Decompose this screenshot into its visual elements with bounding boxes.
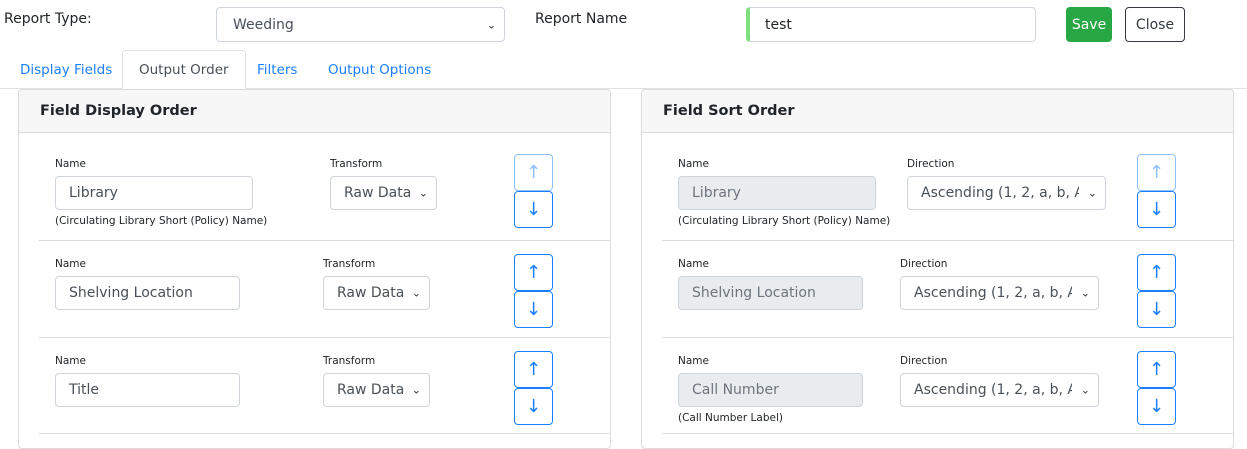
field-row: Name Library (Circulating Library Short … [662,134,1233,241]
tab-output-order[interactable]: Output Order [122,50,246,90]
name-input[interactable]: Title [55,373,240,407]
tab-bar: Display Fields Output Order Filters Outp… [0,50,1247,90]
select-label: Direction [900,258,948,270]
select-value: Ascending (1, 2, a, b, A, B) [914,285,1072,301]
chevron-down-icon: ⌄ [411,383,421,397]
move-down-button[interactable]: ↓ [1137,191,1176,228]
arrow-down-icon: ↓ [525,396,542,417]
name-label: Name [55,258,86,270]
arrow-down-icon: ↓ [1148,199,1165,220]
arrow-down-icon: ↓ [1148,299,1165,320]
direction-select[interactable]: Ascending (1, 2, a, b, A, B) ⌄ [900,373,1099,407]
arrow-up-icon: ↑ [525,162,542,183]
transform-select[interactable]: Raw Data ⌄ [323,373,430,407]
direction-select[interactable]: Ascending (1, 2, a, b, A, B) ⌄ [907,176,1106,210]
tab-display-fields[interactable]: Display Fields [4,50,128,89]
name-label: Name [678,258,709,270]
arrow-up-icon: ↑ [1148,262,1165,283]
transform-select[interactable]: Raw Data ⌄ [330,176,437,210]
arrow-down-icon: ↓ [525,299,542,320]
direction-select[interactable]: Ascending (1, 2, a, b, A, B) ⌄ [900,276,1099,310]
report-type-value: Weeding [233,16,294,33]
move-up-button[interactable]: ↑ [1137,154,1176,191]
chevron-down-icon: ⌄ [411,286,421,300]
name-label: Name [678,355,709,367]
move-down-button[interactable]: ↓ [514,388,553,425]
arrow-up-icon: ↑ [1148,162,1165,183]
chevron-down-icon: ⌄ [1080,286,1090,300]
select-label: Transform [323,355,376,367]
save-button[interactable]: Save [1066,7,1112,42]
move-down-button[interactable]: ↓ [1137,291,1176,328]
report-name-input[interactable]: test [746,7,1036,42]
move-up-button[interactable]: ↑ [1137,351,1176,388]
select-label: Direction [900,355,948,367]
name-label: Name [55,158,86,170]
select-value: Ascending (1, 2, a, b, A, B) [914,382,1072,398]
field-row: Name Shelving Location Direction Ascendi… [662,241,1233,338]
field-row: Name Library (Circulating Library Short … [39,134,610,241]
name-input[interactable]: Shelving Location [55,276,240,310]
select-label: Direction [907,158,955,170]
move-down-button[interactable]: ↓ [514,191,553,228]
select-value: Raw Data [344,185,410,201]
transform-select[interactable]: Raw Data ⌄ [323,276,430,310]
tab-filters[interactable]: Filters [241,50,313,89]
select-label: Transform [330,158,383,170]
chevron-down-icon: ⌄ [486,18,496,31]
move-up-button[interactable]: ↑ [514,254,553,291]
field-row: Name Title Transform Raw Data ⌄ ↑ ↓ [39,338,610,434]
arrow-up-icon: ↑ [525,359,542,380]
select-value: Ascending (1, 2, a, b, A, B) [921,185,1079,201]
helper-text: (Circulating Library Short (Policy) Name… [55,215,268,227]
report-name-label: Report Name [535,11,628,27]
select-value: Raw Data [337,285,403,301]
move-up-button[interactable]: ↑ [1137,254,1176,291]
move-down-button[interactable]: ↓ [1137,388,1176,425]
helper-text: (Circulating Library Short (Policy) Name… [678,215,891,227]
name-input: Call Number [678,373,863,407]
select-value: Raw Data [337,382,403,398]
name-input[interactable]: Library [55,176,253,210]
report-type-label: Report Type: [4,11,92,27]
name-input: Shelving Location [678,276,863,310]
chevron-down-icon: ⌄ [1080,383,1090,397]
move-up-button[interactable]: ↑ [514,351,553,388]
arrow-down-icon: ↓ [525,199,542,220]
panel-title: Field Display Order [19,90,610,133]
field-sort-order-panel: Field Sort Order Name Library (Circulati… [641,89,1234,449]
panel-title: Field Sort Order [642,90,1233,133]
move-down-button[interactable]: ↓ [514,291,553,328]
move-up-button[interactable]: ↑ [514,154,553,191]
name-input: Library [678,176,876,210]
tab-output-options[interactable]: Output Options [312,50,447,89]
field-row: Name Shelving Location Transform Raw Dat… [39,241,610,338]
arrow-up-icon: ↑ [525,262,542,283]
select-label: Transform [323,258,376,270]
field-display-order-panel: Field Display Order Name Library (Circul… [18,89,611,449]
name-label: Name [678,158,709,170]
helper-text: (Call Number Label) [678,412,783,424]
close-button[interactable]: Close [1125,7,1185,42]
report-type-select[interactable]: Weeding ⌄ [216,7,505,42]
field-row: Name Call Number (Call Number Label) Dir… [662,338,1233,434]
chevron-down-icon: ⌄ [1087,186,1097,200]
chevron-down-icon: ⌄ [418,186,428,200]
name-label: Name [55,355,86,367]
arrow-up-icon: ↑ [1148,359,1165,380]
arrow-down-icon: ↓ [1148,396,1165,417]
